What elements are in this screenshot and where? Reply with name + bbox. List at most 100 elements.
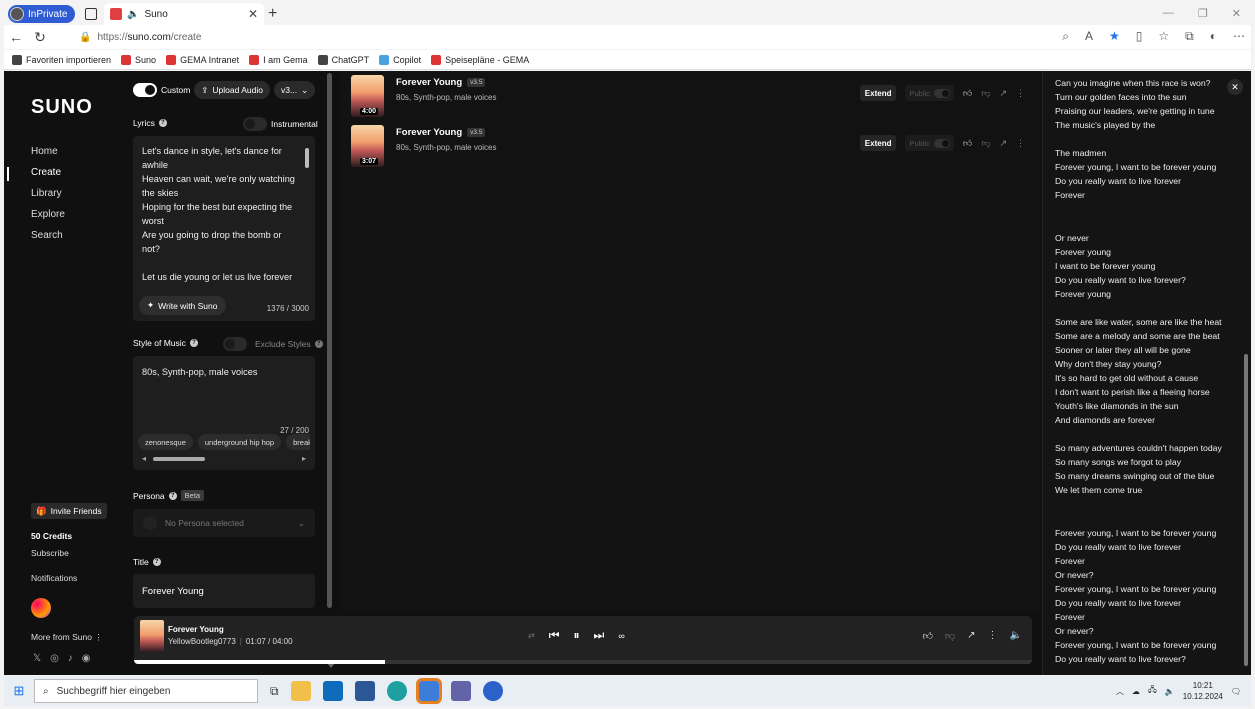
network-icon[interactable]: 🖧 bbox=[1148, 684, 1157, 698]
tab-suno[interactable]: 🔈 Suno ✕ bbox=[104, 3, 264, 25]
next-icon[interactable]: ⏭ bbox=[594, 628, 605, 643]
zoom-icon[interactable]: ⌕ bbox=[1062, 29, 1069, 44]
address-bar[interactable]: 🔒 https://suno.com/create bbox=[79, 27, 1079, 47]
scroll-right-icon[interactable]: ▸ bbox=[302, 454, 306, 463]
x-icon[interactable]: 𝕏 bbox=[33, 653, 41, 664]
custom-toggle[interactable] bbox=[133, 83, 157, 97]
progress-bar[interactable] bbox=[134, 660, 1032, 664]
back-icon[interactable]: ← bbox=[4, 29, 28, 45]
word-icon[interactable] bbox=[354, 681, 375, 701]
edge-icon[interactable] bbox=[386, 681, 407, 701]
tiktok-icon[interactable]: ♪ bbox=[68, 653, 73, 664]
share-icon[interactable]: ↗ bbox=[999, 138, 1007, 149]
instagram-icon[interactable]: ◎ bbox=[50, 653, 59, 664]
bookmark-copilot[interactable]: Copilot bbox=[379, 54, 421, 65]
app-circle-icon[interactable] bbox=[482, 681, 503, 701]
notification-center-icon[interactable]: 🗨 bbox=[1231, 687, 1241, 696]
more-vertical-icon[interactable]: ⋮ bbox=[1016, 88, 1025, 99]
bookmark-speiseplaene[interactable]: Speisepläne - GEMA bbox=[431, 54, 529, 65]
favorites-icon[interactable]: ☆ bbox=[1158, 29, 1169, 44]
help-icon[interactable]: ? bbox=[152, 558, 161, 566]
speaker-icon[interactable]: 🔈 bbox=[127, 9, 139, 20]
nav-home[interactable]: Home bbox=[31, 146, 65, 167]
speaker-icon[interactable]: 🔈 bbox=[1165, 687, 1175, 696]
player-cover[interactable] bbox=[140, 620, 164, 652]
extend-button[interactable]: Extend bbox=[859, 85, 897, 101]
more-from-suno[interactable]: More from Suno ⋮ bbox=[31, 632, 103, 643]
thumbs-up-icon[interactable]: 👍︎ bbox=[923, 630, 933, 642]
player-artist[interactable]: YellowBootleg0773 bbox=[168, 637, 236, 646]
extend-button[interactable]: Extend bbox=[859, 135, 897, 151]
version-select[interactable]: v3... ⌄ bbox=[274, 81, 316, 99]
share-icon[interactable]: ↗ bbox=[967, 630, 975, 642]
song-cover[interactable]: 3:07 bbox=[351, 125, 384, 167]
inprivate-badge[interactable]: InPrivate bbox=[8, 5, 76, 23]
subscribe-link[interactable]: Subscribe bbox=[31, 548, 69, 558]
teams-icon[interactable] bbox=[450, 681, 471, 701]
public-toggle[interactable]: Public bbox=[905, 85, 954, 101]
bookmark-import[interactable]: Favoriten importieren bbox=[12, 54, 111, 65]
previous-icon[interactable]: ⏮ bbox=[549, 628, 560, 643]
repeat-icon[interactable]: ∞ bbox=[618, 631, 624, 641]
notifications-link[interactable]: Notifications bbox=[31, 573, 77, 583]
nav-search[interactable]: Search bbox=[31, 230, 65, 251]
more-vertical-icon[interactable]: ⋮ bbox=[988, 630, 998, 642]
help-icon[interactable]: ? bbox=[168, 491, 177, 500]
exclude-styles-toggle[interactable] bbox=[223, 337, 247, 351]
favorite-star-icon[interactable]: ★ bbox=[1109, 29, 1120, 44]
read-aloud-icon[interactable]: A bbox=[1085, 29, 1093, 44]
restore-icon[interactable]: ❐ bbox=[1198, 7, 1208, 20]
bookmark-suno[interactable]: Suno bbox=[121, 54, 156, 65]
song-title[interactable]: Forever Young bbox=[396, 77, 462, 88]
new-tab-icon[interactable]: + bbox=[268, 5, 277, 23]
help-icon[interactable]: ? bbox=[314, 340, 323, 348]
user-avatar[interactable] bbox=[31, 598, 51, 618]
player-title[interactable]: Forever Young bbox=[168, 625, 224, 634]
title-input[interactable]: Forever Young bbox=[133, 574, 315, 608]
thumbs-down-icon[interactable]: 👎︎ bbox=[945, 630, 955, 642]
shuffle-icon[interactable]: ⇄ bbox=[528, 631, 535, 640]
thumbs-down-icon[interactable]: 👎︎ bbox=[981, 88, 990, 99]
thumbs-up-icon[interactable]: 👍︎ bbox=[963, 88, 972, 99]
outlook-icon[interactable] bbox=[322, 681, 343, 701]
style-input[interactable]: 80s, Synth-pop, male voices bbox=[142, 367, 257, 377]
thumbs-up-icon[interactable]: 👍︎ bbox=[963, 138, 972, 149]
close-tab-icon[interactable]: ✕ bbox=[248, 7, 258, 21]
bookmark-chatgpt[interactable]: ChatGPT bbox=[317, 54, 369, 65]
nav-explore[interactable]: Explore bbox=[31, 209, 65, 230]
bookmark-i-am-gema[interactable]: I am Gema bbox=[249, 54, 308, 65]
close-window-icon[interactable]: ✕ bbox=[1232, 7, 1241, 20]
chevron-up-icon[interactable]: ︿ bbox=[1116, 686, 1124, 697]
minimize-icon[interactable]: — bbox=[1163, 7, 1174, 20]
suno-logo[interactable]: SUNO bbox=[31, 96, 93, 119]
song-row[interactable]: 3:07 Forever Young v3.5 80s, Synth-pop, m… bbox=[351, 123, 1037, 169]
split-screen-icon[interactable]: ▯ bbox=[1136, 29, 1143, 44]
instrumental-toggle[interactable] bbox=[243, 117, 267, 131]
persona-select[interactable]: No Persona selected ⌄ bbox=[133, 509, 315, 537]
lyrics-textarea[interactable]: Let's dance in style, let's dance for aw… bbox=[142, 144, 300, 284]
lyrics-scrollbar[interactable] bbox=[305, 148, 309, 168]
app-active-icon[interactable] bbox=[415, 678, 442, 704]
share-icon[interactable]: ↗ bbox=[999, 88, 1007, 99]
invite-friends-button[interactable]: 🎁 Invite Friends bbox=[31, 503, 107, 519]
create-panel-scrollbar[interactable] bbox=[327, 73, 332, 608]
nav-create[interactable]: Create bbox=[31, 167, 65, 188]
windows-start-icon[interactable]: ⊞ bbox=[4, 683, 34, 699]
more-icon[interactable]: ⋯ bbox=[1233, 29, 1245, 44]
refresh-icon[interactable]: ↻ bbox=[28, 29, 52, 46]
task-view-icon[interactable]: ⧉ bbox=[270, 684, 279, 699]
discord-icon[interactable]: ◉ bbox=[82, 653, 91, 664]
thumbs-down-icon[interactable]: 👎︎ bbox=[981, 138, 990, 149]
help-icon[interactable]: ? bbox=[158, 119, 167, 127]
tab-actions-icon[interactable] bbox=[85, 8, 98, 20]
pause-icon[interactable]: ⏸ bbox=[574, 628, 580, 643]
file-explorer-icon[interactable] bbox=[290, 681, 311, 701]
style-box[interactable]: 80s, Synth-pop, male voices 27 / 200 zen… bbox=[133, 356, 315, 470]
nav-library[interactable]: Library bbox=[31, 188, 65, 209]
style-chip[interactable]: zenonesque bbox=[138, 434, 193, 450]
lyrics-box[interactable]: Let's dance in style, let's dance for aw… bbox=[133, 136, 315, 321]
copilot-icon[interactable]: ◐ bbox=[1210, 29, 1217, 44]
clock[interactable]: 10:21 10.12.2024 bbox=[1183, 680, 1223, 702]
style-chip[interactable]: breakcore bbox=[286, 434, 310, 450]
write-with-suno-button[interactable]: ✦ Write with Suno bbox=[139, 296, 226, 315]
